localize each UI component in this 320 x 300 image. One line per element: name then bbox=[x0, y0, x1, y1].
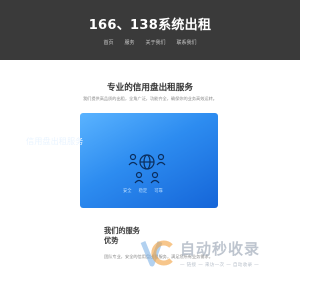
nav-item-contact[interactable]: 联系我们 bbox=[177, 39, 197, 46]
advantage-title-line2: 优势 bbox=[104, 236, 119, 245]
watermark-slogan: 一 链接 一 来访一次 一 自动收录 一 bbox=[180, 263, 260, 268]
nav-item-home[interactable]: 首页 bbox=[103, 39, 113, 46]
section-description: 我们提供高品质的出租，全角广泛，功能齐全，确保你的业务高效运转。 bbox=[82, 96, 217, 101]
banner-tag: 稳定 bbox=[138, 189, 148, 194]
banner-tags: 安全 稳定 可靠 bbox=[123, 188, 163, 194]
banner-tag: 可靠 bbox=[154, 189, 163, 194]
site-title: 166、138系统出租 bbox=[88, 18, 212, 33]
advantage-description: 团队专业，安全的信用盘出租服务，满足您所有业务需求。 bbox=[104, 254, 213, 259]
site-header: 166、138系统出租 首页 服务 关于我们 联系我们 bbox=[0, 0, 300, 60]
banner-tag: 安全 bbox=[123, 189, 132, 194]
nav-item-services[interactable]: 服务 bbox=[124, 39, 134, 46]
watermark-logo-icon bbox=[140, 240, 173, 267]
nav-item-about[interactable]: 关于我们 bbox=[146, 39, 166, 46]
advantage-title: 我们的服务 bbox=[104, 226, 140, 235]
main-nav: 首页 服务 关于我们 联系我们 bbox=[0, 39, 300, 46]
banner-title: 信用盘出租服务 bbox=[26, 136, 84, 146]
section-title: 专业的信用盘出租服务 bbox=[107, 83, 193, 93]
people-globe-icon bbox=[128, 153, 166, 184]
